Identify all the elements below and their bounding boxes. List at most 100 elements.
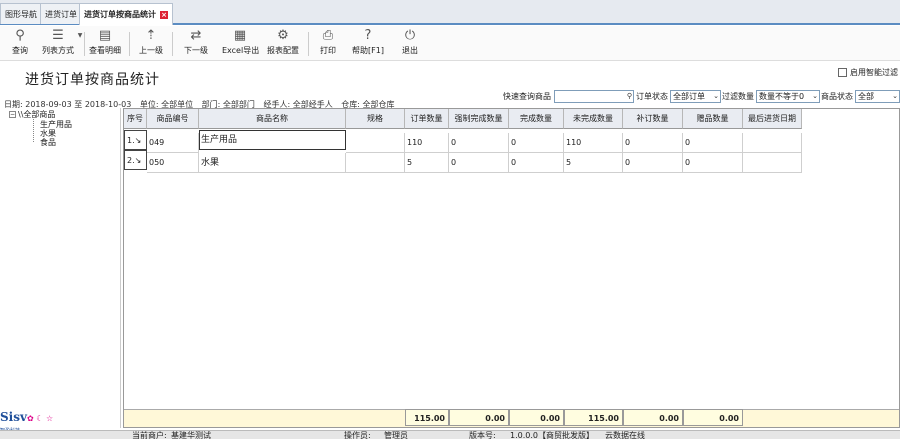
row-indicator[interactable]: 1.↘ <box>124 130 147 150</box>
total-gift: 0.00 <box>683 409 743 426</box>
up-arrow-icon: ⇡ <box>145 28 157 43</box>
next-level-button[interactable]: ⇄ 下一级 <box>181 28 211 56</box>
col-header-order-qty[interactable]: 订单数量 <box>405 109 449 129</box>
cell-gift[interactable]: 0 <box>683 153 743 173</box>
list-mode-dropdown[interactable]: ▼ <box>77 28 83 44</box>
filter-qty-select[interactable]: 数量不等于0 ⌄ <box>756 90 820 103</box>
cell-undone[interactable]: 110 <box>564 133 623 153</box>
chevron-down-icon: ⌄ <box>812 92 818 100</box>
cell-gift[interactable]: 0 <box>683 133 743 153</box>
page-title: 进货订单按商品统计 <box>25 72 160 88</box>
checkbox-icon <box>838 68 847 77</box>
close-icon[interactable]: × <box>160 10 168 19</box>
swap-arrows-icon: ⇄ <box>190 28 202 43</box>
order-status-select[interactable]: 全部订单 ⌄ <box>670 90 721 103</box>
status-version-label: 版本号: <box>469 431 496 439</box>
tab-bar: 图形导航 进货订单 进货订单按商品统计 × <box>0 0 900 25</box>
cell-undone[interactable]: 5 <box>564 153 623 173</box>
total-undone: 115.00 <box>564 409 623 426</box>
cell-name[interactable]: 水果 <box>199 153 346 173</box>
collapse-icon[interactable]: − <box>9 111 16 118</box>
search-icon: ⚲ <box>15 28 25 43</box>
tab-graph-nav[interactable]: 图形导航 <box>0 3 42 24</box>
toolbar-divider <box>172 32 173 56</box>
col-header-undone[interactable]: 未完成数量 <box>564 109 623 129</box>
smart-filter-checkbox[interactable]: 启用智能过滤 <box>838 67 898 78</box>
cell-last-date[interactable] <box>743 153 802 173</box>
prev-level-button[interactable]: ⇡ 上一级 <box>136 28 166 56</box>
grid-icon: ▦ <box>233 28 247 43</box>
status-account-value: 基建华测试 <box>171 431 211 439</box>
status-account-label: 当前商户: <box>132 431 167 439</box>
chevron-down-icon: ⌄ <box>892 92 898 100</box>
toolbar: ⚲ 查询 ☰ 列表方式 ▼ ▤ 查看明细 ⇡ 上一级 ⇄ 下一级 ▦ Excel… <box>0 26 900 61</box>
cell-forced[interactable]: 0 <box>449 133 509 153</box>
query-button[interactable]: ⚲ 查询 <box>8 28 32 56</box>
toolbar-divider <box>84 32 85 56</box>
report-config-button[interactable]: ⚙ 报表配置 <box>266 28 300 56</box>
col-header-gift[interactable]: 赠品数量 <box>683 109 743 129</box>
excel-export-button[interactable]: ▦ Excel导出 <box>222 28 259 56</box>
product-status-select[interactable]: 全部 ⌄ <box>855 90 900 103</box>
tab-order-by-product-label: 进货订单按商品统计 <box>84 10 156 19</box>
col-header-seq[interactable]: 序号 <box>124 109 147 129</box>
cell-code[interactable]: 050 <box>147 153 199 173</box>
col-header-spec[interactable]: 规格 <box>346 109 405 129</box>
cell-code[interactable]: 049 <box>147 133 199 153</box>
cell-order-qty[interactable]: 5 <box>405 153 449 173</box>
cell-last-date[interactable] <box>743 133 802 153</box>
cell-spec[interactable] <box>346 153 405 173</box>
total-forced: 0.00 <box>449 409 509 426</box>
col-header-forced[interactable]: 强制完成数量 <box>449 109 509 129</box>
chevron-down-icon: ▼ <box>77 32 83 39</box>
power-icon: ⏻ <box>404 28 416 43</box>
cell-reorder[interactable]: 0 <box>623 133 683 153</box>
category-tree: − \\全部商品 生产用品 水果 食品 <box>0 108 121 428</box>
exit-button[interactable]: ⏻ 退出 <box>398 28 422 56</box>
cell-done[interactable]: 0 <box>509 153 564 173</box>
cell-order-qty[interactable]: 110 <box>405 133 449 153</box>
cell-forced[interactable]: 0 <box>449 153 509 173</box>
tree-item-food[interactable]: 食品 <box>40 137 56 148</box>
view-detail-button[interactable]: ▤ 查看明细 <box>87 28 123 56</box>
product-status-label: 商品状态 <box>821 92 853 101</box>
quick-search-input[interactable]: ⚲ <box>554 90 634 103</box>
filter-qty-label: 过滤数量 <box>722 92 754 101</box>
list-icon: ☰ <box>52 28 64 43</box>
smart-filter-label: 启用智能过滤 <box>850 68 898 77</box>
cell-spec[interactable] <box>346 133 405 153</box>
tab-order-by-product[interactable]: 进货订单按商品统计 × <box>79 3 173 25</box>
cell-done[interactable]: 0 <box>509 133 564 153</box>
total-reorder: 0.00 <box>623 409 683 426</box>
status-cloud: 云数据在线 <box>605 431 645 439</box>
chevron-down-icon: ⌄ <box>713 92 719 100</box>
list-mode-button[interactable]: ☰ 列表方式 <box>40 28 76 56</box>
quick-search-label: 快速查询商品 <box>503 92 551 101</box>
total-order-qty: 115.00 <box>405 409 449 426</box>
data-grid: 序号 商品编号 商品名称 规格 订单数量 强制完成数量 完成数量 未完成数量 补… <box>123 108 900 428</box>
cell-name[interactable]: 生产用品 <box>199 130 346 150</box>
tab-purchase-order[interactable]: 进货订单 <box>40 3 82 24</box>
toolbar-divider <box>308 32 309 56</box>
gear-icon: ⚙ <box>277 28 289 43</box>
total-done: 0.00 <box>509 409 564 426</box>
print-button[interactable]: ⎙ 打印 <box>316 28 340 56</box>
col-header-last-date[interactable]: 最后进货日期 <box>743 109 802 129</box>
tray-icons-top: ✿ ☾ ☆ <box>27 414 54 423</box>
col-header-done[interactable]: 完成数量 <box>509 109 564 129</box>
tree-line <box>33 117 34 142</box>
row-indicator[interactable]: 2.↘ <box>124 150 147 170</box>
order-status-label: 订单状态 <box>636 92 668 101</box>
search-icon: ⚲ <box>626 92 632 100</box>
cell-reorder[interactable]: 0 <box>623 153 683 173</box>
col-header-name[interactable]: 商品名称 <box>199 109 346 129</box>
printer-icon: ⎙ <box>322 28 334 43</box>
col-header-reorder[interactable]: 补订数量 <box>623 109 683 129</box>
status-operator-label: 操作员: <box>344 431 371 439</box>
help-icon: ? <box>364 28 372 43</box>
help-button[interactable]: ? 帮助[F1] <box>349 28 387 56</box>
col-header-code[interactable]: 商品编号 <box>147 109 199 129</box>
status-operator-value: 管理员 <box>384 431 408 439</box>
status-version-value: 1.0.0.0【商贸批发版】 <box>510 431 594 439</box>
document-icon: ▤ <box>98 28 112 43</box>
